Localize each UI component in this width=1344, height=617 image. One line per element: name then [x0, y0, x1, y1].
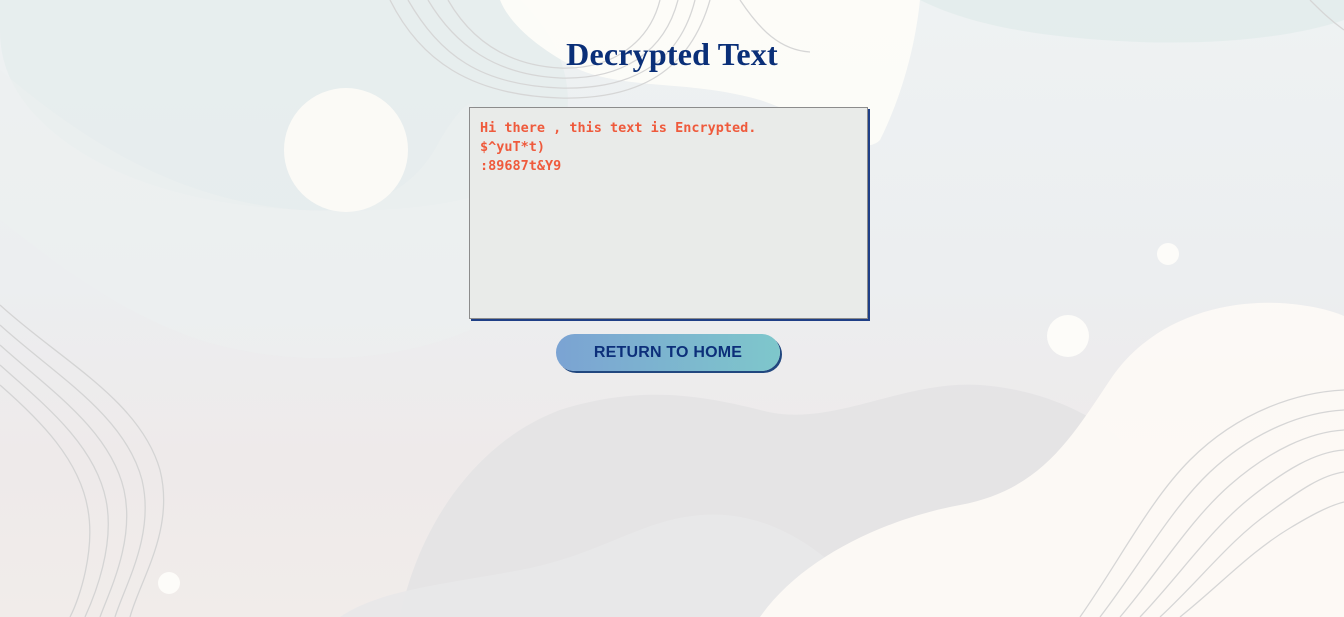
decrypt-result-panel: Decrypted Text Hi there , this text is E… — [0, 0, 1344, 617]
page-title: Decrypted Text — [566, 36, 778, 72]
decrypted-text-area[interactable]: Hi there , this text is Encrypted. $^yuT… — [469, 107, 868, 319]
return-to-home-button[interactable]: RETURN TO HOME — [556, 334, 780, 371]
